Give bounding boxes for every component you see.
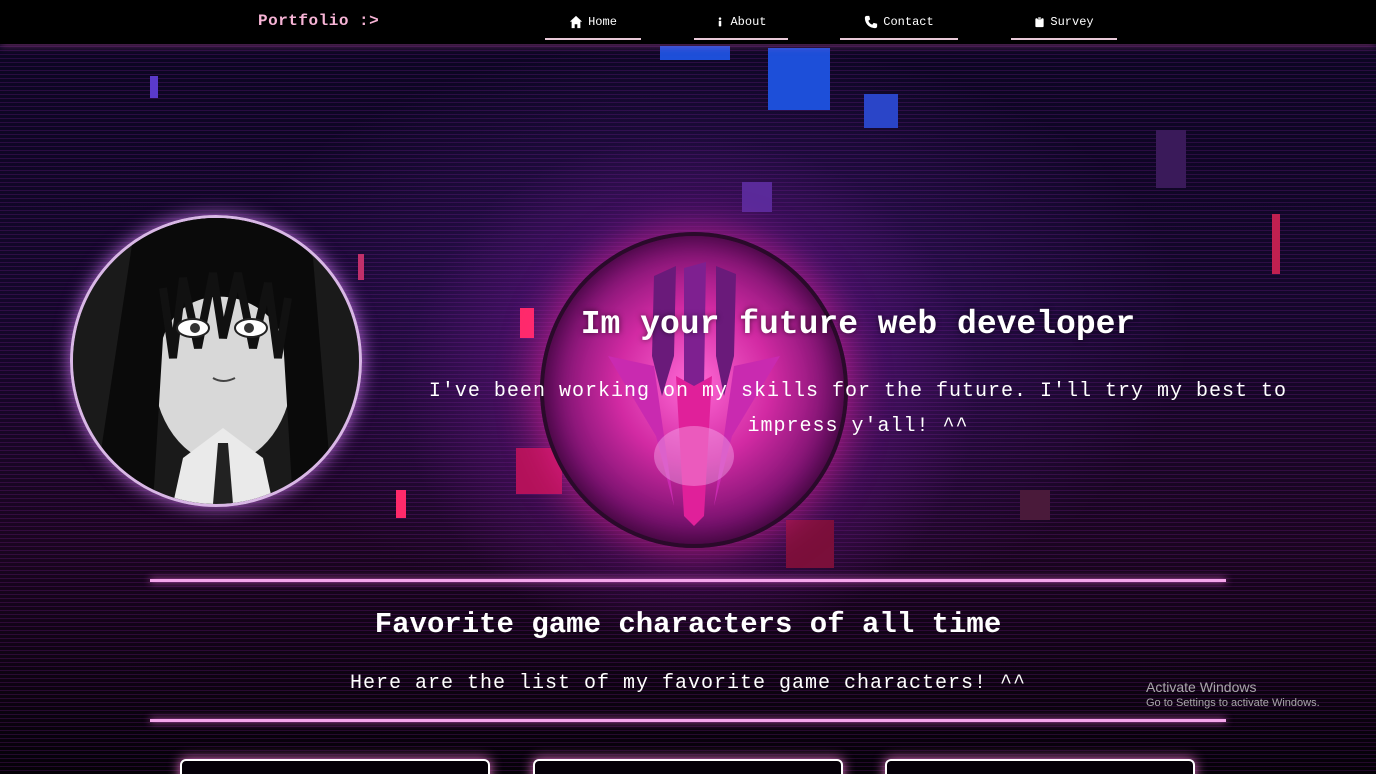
glitch-block bbox=[660, 46, 730, 60]
glitch-block bbox=[1272, 214, 1280, 274]
glitch-block bbox=[150, 76, 158, 98]
glitch-block bbox=[768, 48, 830, 110]
glitch-block bbox=[1156, 130, 1186, 188]
info-icon bbox=[719, 17, 722, 27]
glitch-block bbox=[1020, 490, 1050, 520]
home-icon bbox=[569, 15, 583, 29]
glitch-block bbox=[396, 490, 406, 518]
phone-icon bbox=[865, 15, 878, 29]
navbar: Portfolio :> Home About Contact Survey bbox=[0, 0, 1376, 44]
hero-subtitle: I've been working on my skills for the f… bbox=[428, 380, 1288, 438]
nav-about-label: About bbox=[730, 15, 767, 29]
glitch-block bbox=[358, 254, 364, 280]
nav-survey[interactable]: Survey bbox=[1011, 6, 1117, 40]
watermark-line2: Go to Settings to activate Windows. bbox=[1146, 697, 1320, 709]
page: Portfolio :> Home About Contact Survey I… bbox=[0, 0, 1376, 774]
glitch-block bbox=[742, 182, 772, 212]
section-title: Favorite game characters of all time bbox=[374, 608, 1002, 641]
brand-logo[interactable]: Portfolio :> bbox=[258, 12, 379, 30]
nav-home[interactable]: Home bbox=[545, 6, 641, 40]
nav-about[interactable]: About bbox=[694, 6, 788, 40]
character-card[interactable] bbox=[885, 759, 1195, 774]
nav-survey-label: Survey bbox=[1050, 15, 1094, 29]
clipboard-icon bbox=[1035, 16, 1045, 28]
nav-contact[interactable]: Contact bbox=[840, 6, 958, 40]
divider-bottom bbox=[150, 719, 1226, 722]
divider-top bbox=[150, 579, 1226, 582]
windows-activation-watermark: Activate Windows Go to Settings to activ… bbox=[1146, 679, 1320, 709]
section-subtitle: Here are the list of my favorite game ch… bbox=[349, 672, 1027, 695]
nav-home-label: Home bbox=[588, 15, 617, 29]
nav-contact-label: Contact bbox=[883, 15, 934, 29]
glitch-block bbox=[864, 94, 898, 128]
character-card[interactable] bbox=[533, 759, 843, 774]
character-card[interactable] bbox=[180, 759, 490, 774]
profile-avatar bbox=[70, 215, 362, 507]
hero-title: Im your future web developer bbox=[580, 306, 1136, 343]
watermark-line1: Activate Windows bbox=[1146, 679, 1257, 695]
